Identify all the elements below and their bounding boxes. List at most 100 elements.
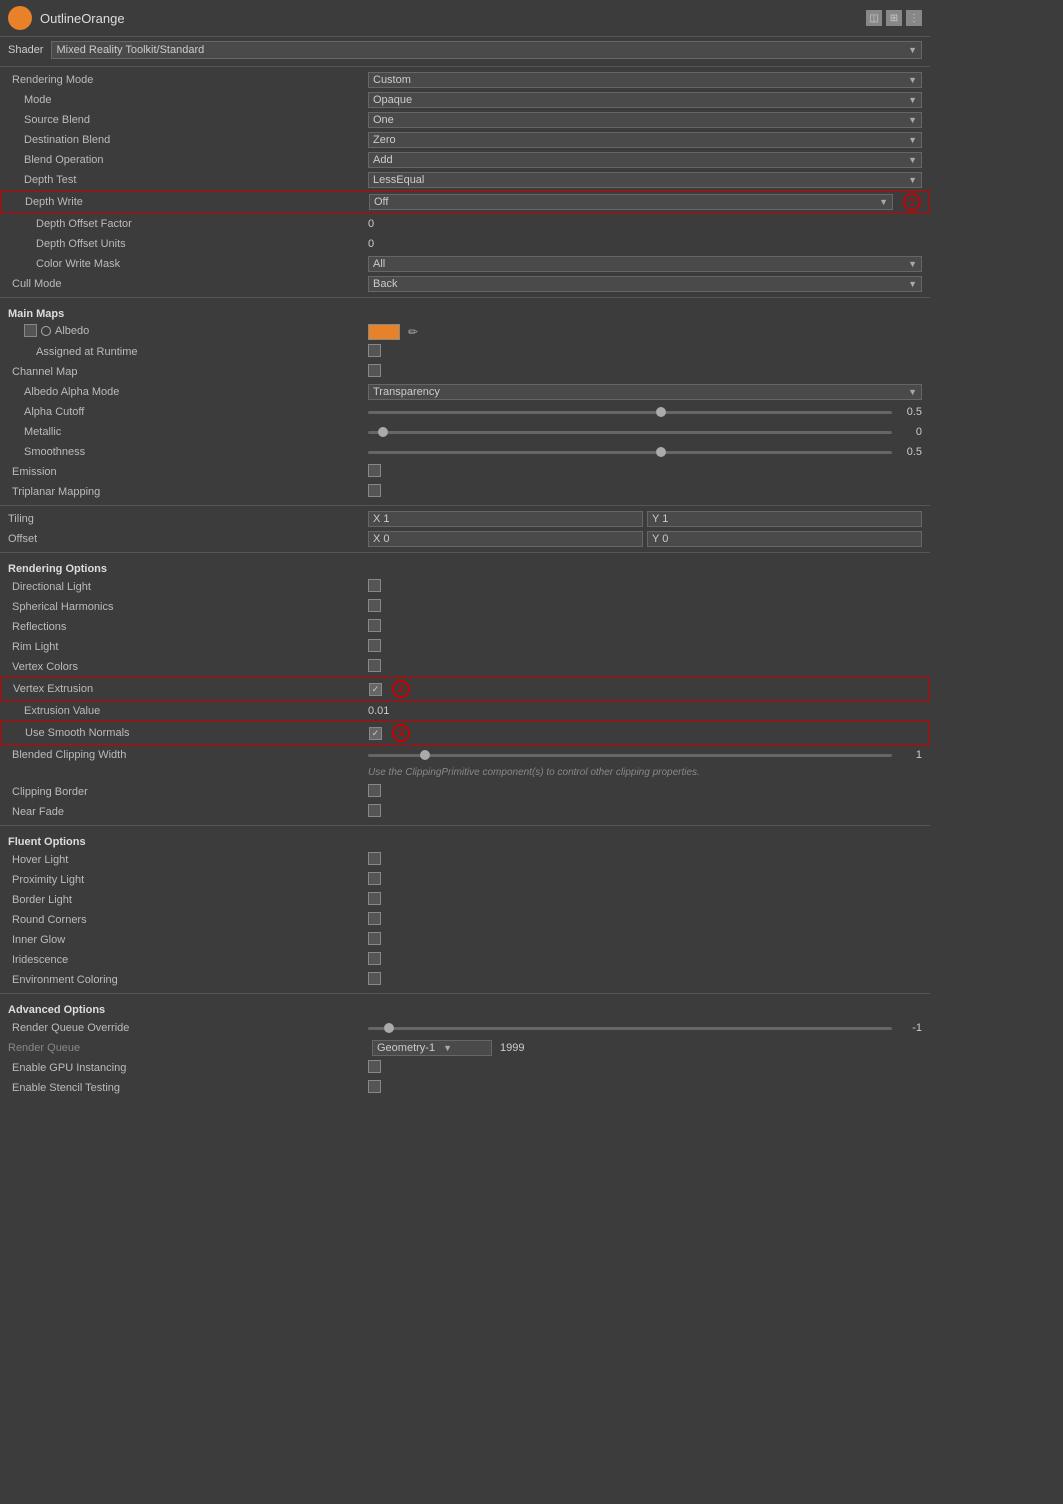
albedo-edit-icon[interactable]: ✏ bbox=[408, 325, 418, 339]
metallic-slider[interactable]: 0 bbox=[368, 426, 922, 438]
iridescence-checkbox[interactable] bbox=[368, 952, 381, 965]
main-maps-header: Main Maps bbox=[0, 302, 930, 322]
tiling-x-field[interactable]: X 1 bbox=[368, 511, 643, 527]
albedo-alpha-dropdown[interactable]: Transparency ▼ bbox=[368, 384, 922, 400]
rim-light-checkbox[interactable] bbox=[368, 639, 381, 652]
blended-clipping-track[interactable] bbox=[368, 754, 892, 757]
depth-write-dropdown[interactable]: Off ▼ bbox=[369, 194, 893, 210]
emission-checkbox[interactable] bbox=[368, 464, 381, 477]
border-light-checkbox[interactable] bbox=[368, 892, 381, 905]
rendering-mode-dropdown[interactable]: Custom ▼ bbox=[368, 72, 922, 88]
depth-test-dropdown[interactable]: LessEqual ▼ bbox=[368, 172, 922, 188]
render-queue-override-value: -1 bbox=[898, 1022, 922, 1034]
vertex-colors-checkbox[interactable] bbox=[368, 659, 381, 672]
directional-light-checkbox[interactable] bbox=[368, 579, 381, 592]
spherical-harmonics-checkbox[interactable] bbox=[368, 599, 381, 612]
offset-x-field[interactable]: X 0 bbox=[368, 531, 643, 547]
save-icon[interactable]: ◫ bbox=[866, 10, 882, 26]
albedo-row: Albedo ✏ bbox=[0, 322, 930, 342]
header-icons: ◫ ⊞ ⋮ bbox=[866, 10, 922, 26]
blend-op-dropdown[interactable]: Add ▼ bbox=[368, 152, 922, 168]
gpu-instancing-label: Enable GPU Instancing bbox=[8, 1062, 368, 1074]
environment-coloring-checkbox[interactable] bbox=[368, 972, 381, 985]
near-fade-checkbox[interactable] bbox=[368, 804, 381, 817]
offset-label: Offset bbox=[8, 533, 368, 545]
render-queue-override-thumb[interactable] bbox=[384, 1023, 394, 1033]
blended-clipping-slider[interactable]: 1 bbox=[368, 749, 922, 761]
smoothness-track[interactable] bbox=[368, 451, 892, 454]
border-light-label: Border Light bbox=[8, 894, 368, 906]
vertex-extrusion-checkbox[interactable]: ✓ bbox=[369, 683, 382, 696]
rendering-mode-value[interactable]: Custom ▼ bbox=[368, 72, 922, 88]
badge-3: 3 bbox=[392, 724, 410, 742]
albedo-checkbox[interactable] bbox=[24, 324, 37, 337]
albedo-color-swatch[interactable] bbox=[368, 324, 400, 340]
alpha-cutoff-thumb[interactable] bbox=[656, 407, 666, 417]
stencil-testing-checkbox[interactable] bbox=[368, 1080, 381, 1093]
smoothness-thumb[interactable] bbox=[656, 447, 666, 457]
depth-write-row: Depth Write Off ▼ 1 bbox=[0, 190, 930, 214]
inner-glow-checkbox[interactable] bbox=[368, 932, 381, 945]
albedo-circle bbox=[41, 326, 51, 336]
round-corners-checkbox[interactable] bbox=[368, 912, 381, 925]
albedo-alpha-label: Albedo Alpha Mode bbox=[8, 386, 368, 398]
proximity-light-checkbox[interactable] bbox=[368, 872, 381, 885]
near-fade-label: Near Fade bbox=[8, 806, 368, 818]
border-light-row: Border Light bbox=[0, 890, 930, 910]
mode-row: Mode Opaque ▼ bbox=[0, 90, 930, 110]
dest-blend-dropdown[interactable]: Zero ▼ bbox=[368, 132, 922, 148]
metallic-track[interactable] bbox=[368, 431, 892, 434]
layout-icon[interactable]: ⊞ bbox=[886, 10, 902, 26]
render-queue-override-slider[interactable]: -1 bbox=[368, 1022, 922, 1034]
color-write-mask-label: Color Write Mask bbox=[8, 258, 368, 270]
tiling-y-label: Y 1 bbox=[652, 513, 668, 525]
blended-clipping-thumb[interactable] bbox=[420, 750, 430, 760]
offset-y-field[interactable]: Y 0 bbox=[647, 531, 922, 547]
advanced-options-header: Advanced Options bbox=[0, 998, 930, 1018]
round-corners-row: Round Corners bbox=[0, 910, 930, 930]
depth-test-label: Depth Test bbox=[8, 174, 368, 186]
shader-dropdown[interactable]: Mixed Reality Toolkit/Standard ▼ bbox=[51, 41, 922, 59]
channel-map-label: Channel Map bbox=[8, 366, 368, 378]
hover-light-checkbox[interactable] bbox=[368, 852, 381, 865]
depth-test-row: Depth Test LessEqual ▼ bbox=[0, 170, 930, 190]
metallic-row: Metallic 0 bbox=[0, 422, 930, 442]
use-smooth-normals-checkbox[interactable]: ✓ bbox=[369, 727, 382, 740]
rendering-mode-label: Rendering Mode bbox=[8, 74, 368, 86]
mode-dropdown[interactable]: Opaque ▼ bbox=[368, 92, 922, 108]
cull-mode-label: Cull Mode bbox=[8, 278, 368, 290]
render-queue-dropdown[interactable]: Geometry-1 ▼ bbox=[372, 1040, 492, 1056]
clipping-border-checkbox[interactable] bbox=[368, 784, 381, 797]
render-queue-override-track[interactable] bbox=[368, 1027, 892, 1030]
reflections-checkbox[interactable] bbox=[368, 619, 381, 632]
menu-icon[interactable]: ⋮ bbox=[906, 10, 922, 26]
offset-row: Offset X 0 Y 0 bbox=[0, 529, 930, 549]
alpha-cutoff-label: Alpha Cutoff bbox=[8, 406, 368, 418]
depth-offset-units-label: Depth Offset Units bbox=[8, 238, 368, 250]
shader-row: Shader Mixed Reality Toolkit/Standard ▼ bbox=[0, 37, 930, 63]
smoothness-value: 0.5 bbox=[898, 446, 922, 458]
smoothness-row: Smoothness 0.5 bbox=[0, 442, 930, 462]
reflections-row: Reflections bbox=[0, 617, 930, 637]
divider-3 bbox=[0, 505, 930, 506]
metallic-thumb[interactable] bbox=[378, 427, 388, 437]
triplanar-checkbox[interactable] bbox=[368, 484, 381, 497]
render-queue-dropdown-value: Geometry-1 bbox=[377, 1042, 435, 1054]
gpu-instancing-checkbox[interactable] bbox=[368, 1060, 381, 1073]
divider-5 bbox=[0, 825, 930, 826]
assigned-runtime-checkbox[interactable] bbox=[368, 344, 381, 357]
tiling-y-field[interactable]: Y 1 bbox=[647, 511, 922, 527]
source-blend-dropdown[interactable]: One ▼ bbox=[368, 112, 922, 128]
triplanar-label: Triplanar Mapping bbox=[8, 486, 368, 498]
proximity-light-row: Proximity Light bbox=[0, 870, 930, 890]
color-write-mask-dropdown[interactable]: All ▼ bbox=[368, 256, 922, 272]
alpha-cutoff-slider[interactable]: 0.5 bbox=[368, 406, 922, 418]
color-write-mask-row: Color Write Mask All ▼ bbox=[0, 254, 930, 274]
gpu-instancing-row: Enable GPU Instancing bbox=[0, 1058, 930, 1078]
cull-mode-row: Cull Mode Back ▼ bbox=[0, 274, 930, 294]
smoothness-slider[interactable]: 0.5 bbox=[368, 446, 922, 458]
alpha-cutoff-track[interactable] bbox=[368, 411, 892, 414]
vertex-colors-label: Vertex Colors bbox=[8, 661, 368, 673]
channel-map-checkbox[interactable] bbox=[368, 364, 381, 377]
cull-mode-dropdown[interactable]: Back ▼ bbox=[368, 276, 922, 292]
